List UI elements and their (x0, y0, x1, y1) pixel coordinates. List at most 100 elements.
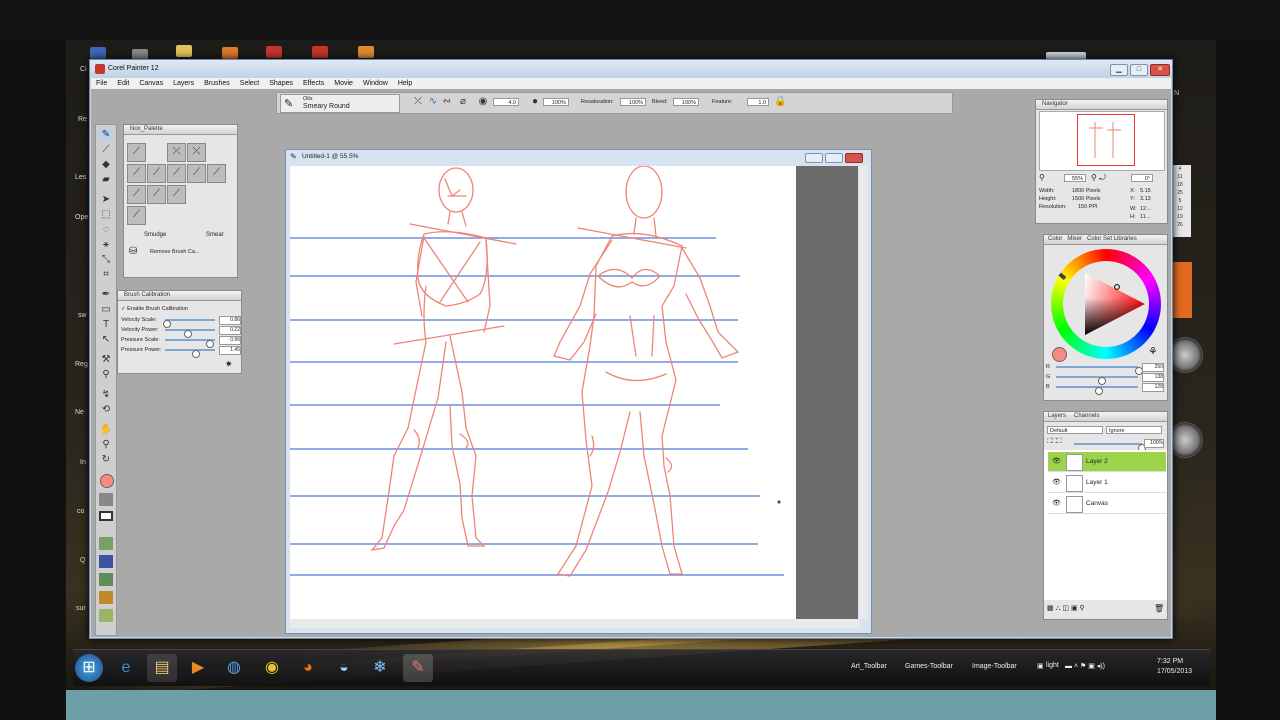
desktop-icon[interactable] (222, 47, 238, 59)
doc-maximize-button[interactable] (825, 153, 843, 163)
smear-label[interactable]: Smear (206, 232, 224, 238)
rect-select-icon[interactable]: ⬚ (99, 208, 113, 221)
chrome-icon[interactable]: ◉ (257, 654, 287, 682)
toolbar-box-icon[interactable]: ▣ (1037, 662, 1044, 670)
layer-row-canvas[interactable]: 👁 Canvas (1048, 494, 1166, 514)
games-toolbar-label[interactable]: Games-Toolbar (905, 663, 953, 670)
desktop-icon[interactable] (90, 47, 106, 59)
brush-preset-icon[interactable]: ⟋ (147, 164, 166, 183)
window-titlebar[interactable]: Corel Painter 12 ▁ □ ✕ (90, 60, 1172, 78)
pen-tool-icon[interactable]: ✒ (99, 288, 113, 301)
slider-knob[interactable] (192, 350, 200, 358)
drawing-canvas[interactable] (290, 165, 796, 619)
pressure-scale-value[interactable]: 0.96 (219, 336, 241, 345)
freehand-stroke-icon[interactable]: ∿ (427, 96, 439, 108)
messenger-icon[interactable]: ◒ (329, 654, 359, 682)
mirror-tool-icon[interactable]: ⟲ (99, 403, 113, 416)
layer-opacity-value[interactable]: 100% (1144, 439, 1164, 448)
transform-icon[interactable]: ⤡ (99, 253, 113, 266)
art-toolbar-label[interactable]: Art_Toolbar (851, 663, 887, 670)
maximize-button[interactable]: □ (1130, 64, 1148, 76)
navigator-title[interactable]: Navigator (1036, 100, 1167, 110)
media-selector-icon[interactable] (99, 511, 113, 521)
crop-tool-icon[interactable]: ⌗ (99, 268, 113, 281)
visibility-eye-icon[interactable]: 👁 (1052, 494, 1061, 513)
tab-color-set-libraries[interactable]: Color Set Libraries (1087, 235, 1137, 244)
layer-adjuster-icon[interactable]: ➤ (99, 193, 113, 206)
shape-select-icon[interactable]: ↖ (99, 333, 113, 346)
vertical-scrollbar[interactable] (859, 166, 868, 619)
oval-select-icon[interactable]: ◌ (99, 223, 113, 236)
resaturation-field[interactable]: 100% (620, 98, 646, 106)
layer-opacity-slider[interactable] (1074, 443, 1146, 452)
visibility-eye-icon[interactable]: 👁 (1052, 473, 1061, 492)
velocity-power-slider[interactable] (165, 329, 215, 338)
menu-movie[interactable]: Movie (329, 78, 358, 89)
layer-row-layer-1[interactable]: 👁 Layer 1 (1048, 473, 1166, 493)
tab-layers[interactable]: Layers (1048, 412, 1066, 421)
velocity-scale-slider[interactable] (163, 319, 215, 328)
menu-edit[interactable]: Edit (112, 78, 134, 89)
velocity-power-value[interactable]: 0.22 (219, 326, 241, 335)
zoom-field[interactable]: 55% (1064, 174, 1086, 182)
zoom-out-icon[interactable]: ⚲ (1039, 173, 1045, 182)
menu-layers[interactable]: Layers (168, 78, 199, 89)
brush-preset-icon[interactable]: ⤫ (187, 143, 206, 162)
firefox-icon[interactable]: ◕ (293, 654, 323, 682)
bleed-field[interactable]: 100% (673, 98, 699, 106)
image-toolbar-label[interactable]: Image-Toolbar (972, 663, 1017, 670)
tab-mixer[interactable]: Mixer (1067, 235, 1082, 244)
magic-wand-icon[interactable]: ⚹ (99, 238, 113, 251)
smudge-label[interactable]: Smudge (144, 232, 166, 238)
pressure-scale-slider[interactable] (165, 339, 215, 348)
brush-preset-icon[interactable]: ⟋ (187, 164, 206, 183)
main-color-swatch[interactable] (100, 474, 114, 488)
color-picker-tool-icon[interactable]: ⚘ (1148, 345, 1158, 358)
dodge-tool-icon[interactable]: ↯ (99, 388, 113, 401)
grabber-hand-icon[interactable]: ✋ (99, 423, 113, 436)
rotation-field[interactable]: 0° (1131, 174, 1153, 182)
saturation-value-triangle[interactable] (1051, 249, 1161, 359)
blue-slider[interactable] (1056, 386, 1138, 395)
menu-select[interactable]: Select (235, 78, 264, 89)
text-tool-icon[interactable]: T (99, 318, 113, 331)
nox-palette-title[interactable]: Nox_Palette (124, 125, 237, 135)
light-toolbar-label[interactable]: light (1046, 662, 1059, 669)
close-button[interactable]: ✕ (1150, 64, 1170, 76)
desktop-icon[interactable] (266, 46, 282, 58)
pressure-power-slider[interactable] (165, 349, 215, 358)
gradient-selector-icon[interactable] (99, 555, 113, 568)
layer-row-layer-2[interactable]: 👁 Layer 2 (1048, 452, 1166, 472)
file-explorer-icon[interactable]: ▤ (147, 654, 177, 682)
desktop-icon[interactable] (312, 46, 328, 58)
tab-channels[interactable]: Channels (1074, 412, 1099, 421)
cloner-tool-icon[interactable]: ⚒ (99, 353, 113, 366)
rotate-page-icon[interactable]: ↻ (99, 453, 113, 466)
folder-icon[interactable] (176, 45, 192, 57)
start-button-icon[interactable]: ⊞ (75, 654, 103, 682)
menu-canvas[interactable]: Canvas (134, 78, 168, 89)
opacity-field[interactable]: 100% (543, 98, 569, 106)
brush-preset-icon[interactable]: ⟋ (127, 185, 146, 204)
brush-preset-icon[interactable]: ⟋ (127, 164, 146, 183)
eraser-tool-icon[interactable]: ▰ (99, 173, 113, 186)
paper-selector-icon[interactable] (99, 493, 113, 506)
brush-selector[interactable]: ✎ Oils Smeary Round (280, 94, 400, 113)
brush-preset-icon[interactable]: ⟋ (147, 185, 166, 204)
brush-preset-icon[interactable]: ⟋ (127, 143, 146, 162)
pattern-selector-icon[interactable] (99, 537, 113, 550)
velocity-scale-value[interactable]: 0.86 (219, 316, 241, 325)
rubber-stamp-icon[interactable]: ⚲ (99, 368, 113, 381)
size-field[interactable]: 4.0 (493, 98, 519, 106)
delete-layer-icon[interactable]: 🗑 (1154, 604, 1164, 613)
nozzle-selector-icon[interactable] (99, 591, 113, 604)
paint-bucket-icon[interactable]: ◆ (99, 158, 113, 171)
clock-date[interactable]: 17/05/2013 (1157, 668, 1192, 675)
current-color-swatch[interactable] (1052, 347, 1067, 362)
layer-commands-icons[interactable]: ▦ ⛬ ◫ ▣ ⚲ (1047, 604, 1085, 613)
weaving-selector-icon[interactable] (99, 573, 113, 586)
brush-preset-icon[interactable]: ⟋ (167, 185, 186, 204)
snowflake-app-icon[interactable]: ❄ (365, 654, 395, 682)
app-icon[interactable]: ◍ (219, 654, 249, 682)
navigator-thumbnail[interactable] (1039, 111, 1165, 171)
